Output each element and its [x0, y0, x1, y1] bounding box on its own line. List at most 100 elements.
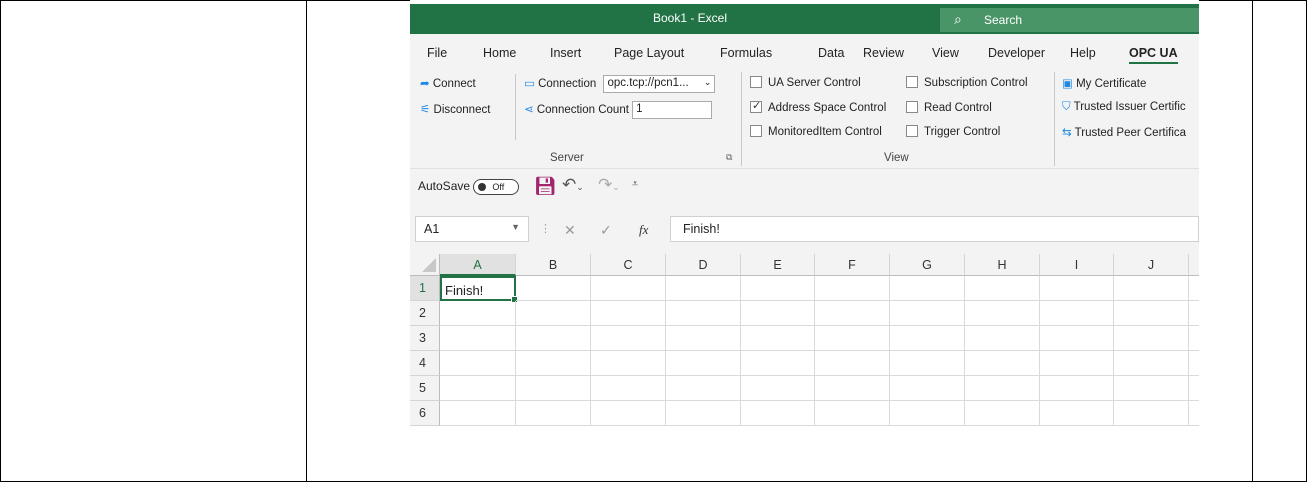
tab-page-layout[interactable]: Page Layout — [614, 46, 684, 60]
grid-cell[interactable] — [1114, 376, 1189, 401]
grid-cell[interactable] — [815, 301, 890, 326]
tab-insert[interactable]: Insert — [550, 46, 581, 60]
name-box[interactable]: A1 ▼ — [415, 216, 529, 242]
search-box[interactable]: ⌕ Search — [940, 8, 1199, 32]
grid-cell[interactable] — [666, 351, 741, 376]
column-header[interactable]: I — [1040, 254, 1114, 276]
address-space-control-checkbox[interactable]: Address Space Control — [750, 99, 886, 114]
read-control-checkbox[interactable]: Read Control — [906, 101, 992, 114]
subscription-control-checkbox[interactable]: Subscription Control — [906, 76, 1028, 89]
grid-cell[interactable] — [516, 326, 591, 351]
grid-cell[interactable] — [1040, 276, 1114, 301]
trusted-peer-button[interactable]: ⇆ Trusted Peer Certifica — [1062, 125, 1186, 139]
grid-cell[interactable] — [440, 326, 516, 351]
column-header[interactable]: E — [741, 254, 815, 276]
customize-toolbar-icon[interactable]: ⩡ — [632, 178, 638, 191]
row-header[interactable]: 2 — [410, 301, 440, 326]
grid-cell[interactable] — [591, 326, 666, 351]
grid-cell[interactable] — [890, 401, 965, 426]
grid-cell[interactable] — [741, 351, 815, 376]
grid-cell[interactable] — [516, 301, 591, 326]
undo-icon[interactable]: ↶⌄ — [562, 175, 584, 195]
grid-cell[interactable] — [1114, 276, 1189, 301]
column-header[interactable]: F — [815, 254, 890, 276]
grid-cell[interactable] — [965, 376, 1040, 401]
grid-cell[interactable] — [666, 401, 741, 426]
column-header[interactable] — [1189, 254, 1199, 276]
formula-input[interactable]: Finish! — [670, 216, 1199, 242]
connect-button[interactable]: ➦ Connect — [420, 76, 476, 90]
column-header[interactable]: G — [890, 254, 965, 276]
grid-cell[interactable] — [666, 276, 741, 301]
grid-cell[interactable] — [440, 401, 516, 426]
column-header[interactable]: A — [440, 254, 516, 276]
tab-help[interactable]: Help — [1070, 46, 1096, 60]
save-icon[interactable]: 💾︎ — [534, 176, 557, 197]
grid-cell[interactable] — [815, 276, 890, 301]
ua-server-control-checkbox[interactable]: UA Server Control — [750, 76, 861, 89]
grid-cell[interactable] — [890, 276, 965, 301]
insert-function-icon[interactable]: fx — [639, 222, 648, 238]
row-header[interactable]: 5 — [410, 376, 440, 401]
row-header[interactable]: 1 — [410, 276, 440, 301]
grid-cell[interactable] — [741, 301, 815, 326]
column-header[interactable]: H — [965, 254, 1040, 276]
grid-cell[interactable] — [516, 351, 591, 376]
grid-cell[interactable] — [591, 276, 666, 301]
connection-count-input[interactable]: 1 — [632, 101, 713, 119]
grid-cell[interactable] — [965, 326, 1040, 351]
column-header[interactable]: B — [516, 254, 591, 276]
grid-cell[interactable] — [591, 401, 666, 426]
grid-cell[interactable] — [1189, 301, 1199, 326]
grid-cell[interactable] — [516, 376, 591, 401]
trigger-control-checkbox[interactable]: Trigger Control — [906, 125, 1000, 138]
grid-cell[interactable] — [1040, 376, 1114, 401]
tab-file[interactable]: File — [427, 46, 447, 60]
grid-cell[interactable] — [890, 376, 965, 401]
grid-cell[interactable] — [591, 301, 666, 326]
grid-cell[interactable] — [1189, 351, 1199, 376]
enter-icon[interactable]: ✓ — [600, 222, 612, 239]
dialog-launcher-icon[interactable]: ⧉ — [726, 152, 732, 163]
tab-data[interactable]: Data — [818, 46, 844, 60]
grid-cell[interactable] — [516, 401, 591, 426]
autosave-control[interactable]: AutoSave Off — [418, 179, 520, 195]
grid-cell[interactable] — [1040, 301, 1114, 326]
grid-cell[interactable] — [741, 401, 815, 426]
grid-cell[interactable] — [965, 351, 1040, 376]
column-header[interactable]: C — [591, 254, 666, 276]
grid-cell[interactable] — [666, 301, 741, 326]
grid-cell[interactable] — [965, 276, 1040, 301]
redo-icon[interactable]: ↷⌄ — [598, 175, 620, 195]
grid-cell[interactable] — [741, 326, 815, 351]
grid-cell[interactable] — [1114, 301, 1189, 326]
grid-cell[interactable] — [890, 351, 965, 376]
grid-cell[interactable] — [1189, 376, 1199, 401]
grid-cell[interactable] — [890, 301, 965, 326]
tab-home[interactable]: Home — [483, 46, 516, 60]
grid-cell[interactable] — [1189, 401, 1199, 426]
row-header[interactable]: 6 — [410, 401, 440, 426]
grid-cell[interactable] — [1040, 326, 1114, 351]
grid-cell[interactable] — [440, 376, 516, 401]
cancel-icon[interactable]: ✕ — [564, 222, 576, 239]
grid-cell[interactable] — [890, 326, 965, 351]
tab-opc-ua[interactable]: OPC UA — [1129, 46, 1178, 65]
autosave-toggle[interactable]: Off — [473, 179, 520, 195]
select-all-button[interactable] — [410, 254, 440, 276]
tab-review[interactable]: Review — [863, 46, 904, 60]
tab-formulas[interactable]: Formulas — [720, 46, 772, 60]
monitoreditem-control-checkbox[interactable]: MonitoredItem Control — [750, 125, 882, 138]
grid-cell[interactable] — [1114, 401, 1189, 426]
grid-cell[interactable] — [815, 401, 890, 426]
my-certificate-button[interactable]: ▣ My Certificate — [1062, 76, 1146, 90]
grid-cell[interactable] — [815, 326, 890, 351]
grid-cell[interactable] — [1189, 326, 1199, 351]
grid-cell[interactable] — [1040, 351, 1114, 376]
grid-cell[interactable] — [591, 376, 666, 401]
row-header[interactable]: 4 — [410, 351, 440, 376]
grid-cell[interactable] — [1114, 326, 1189, 351]
tab-view[interactable]: View — [932, 46, 959, 60]
grid-cell[interactable]: Finish! — [440, 276, 518, 303]
grid-cell[interactable] — [440, 301, 516, 326]
